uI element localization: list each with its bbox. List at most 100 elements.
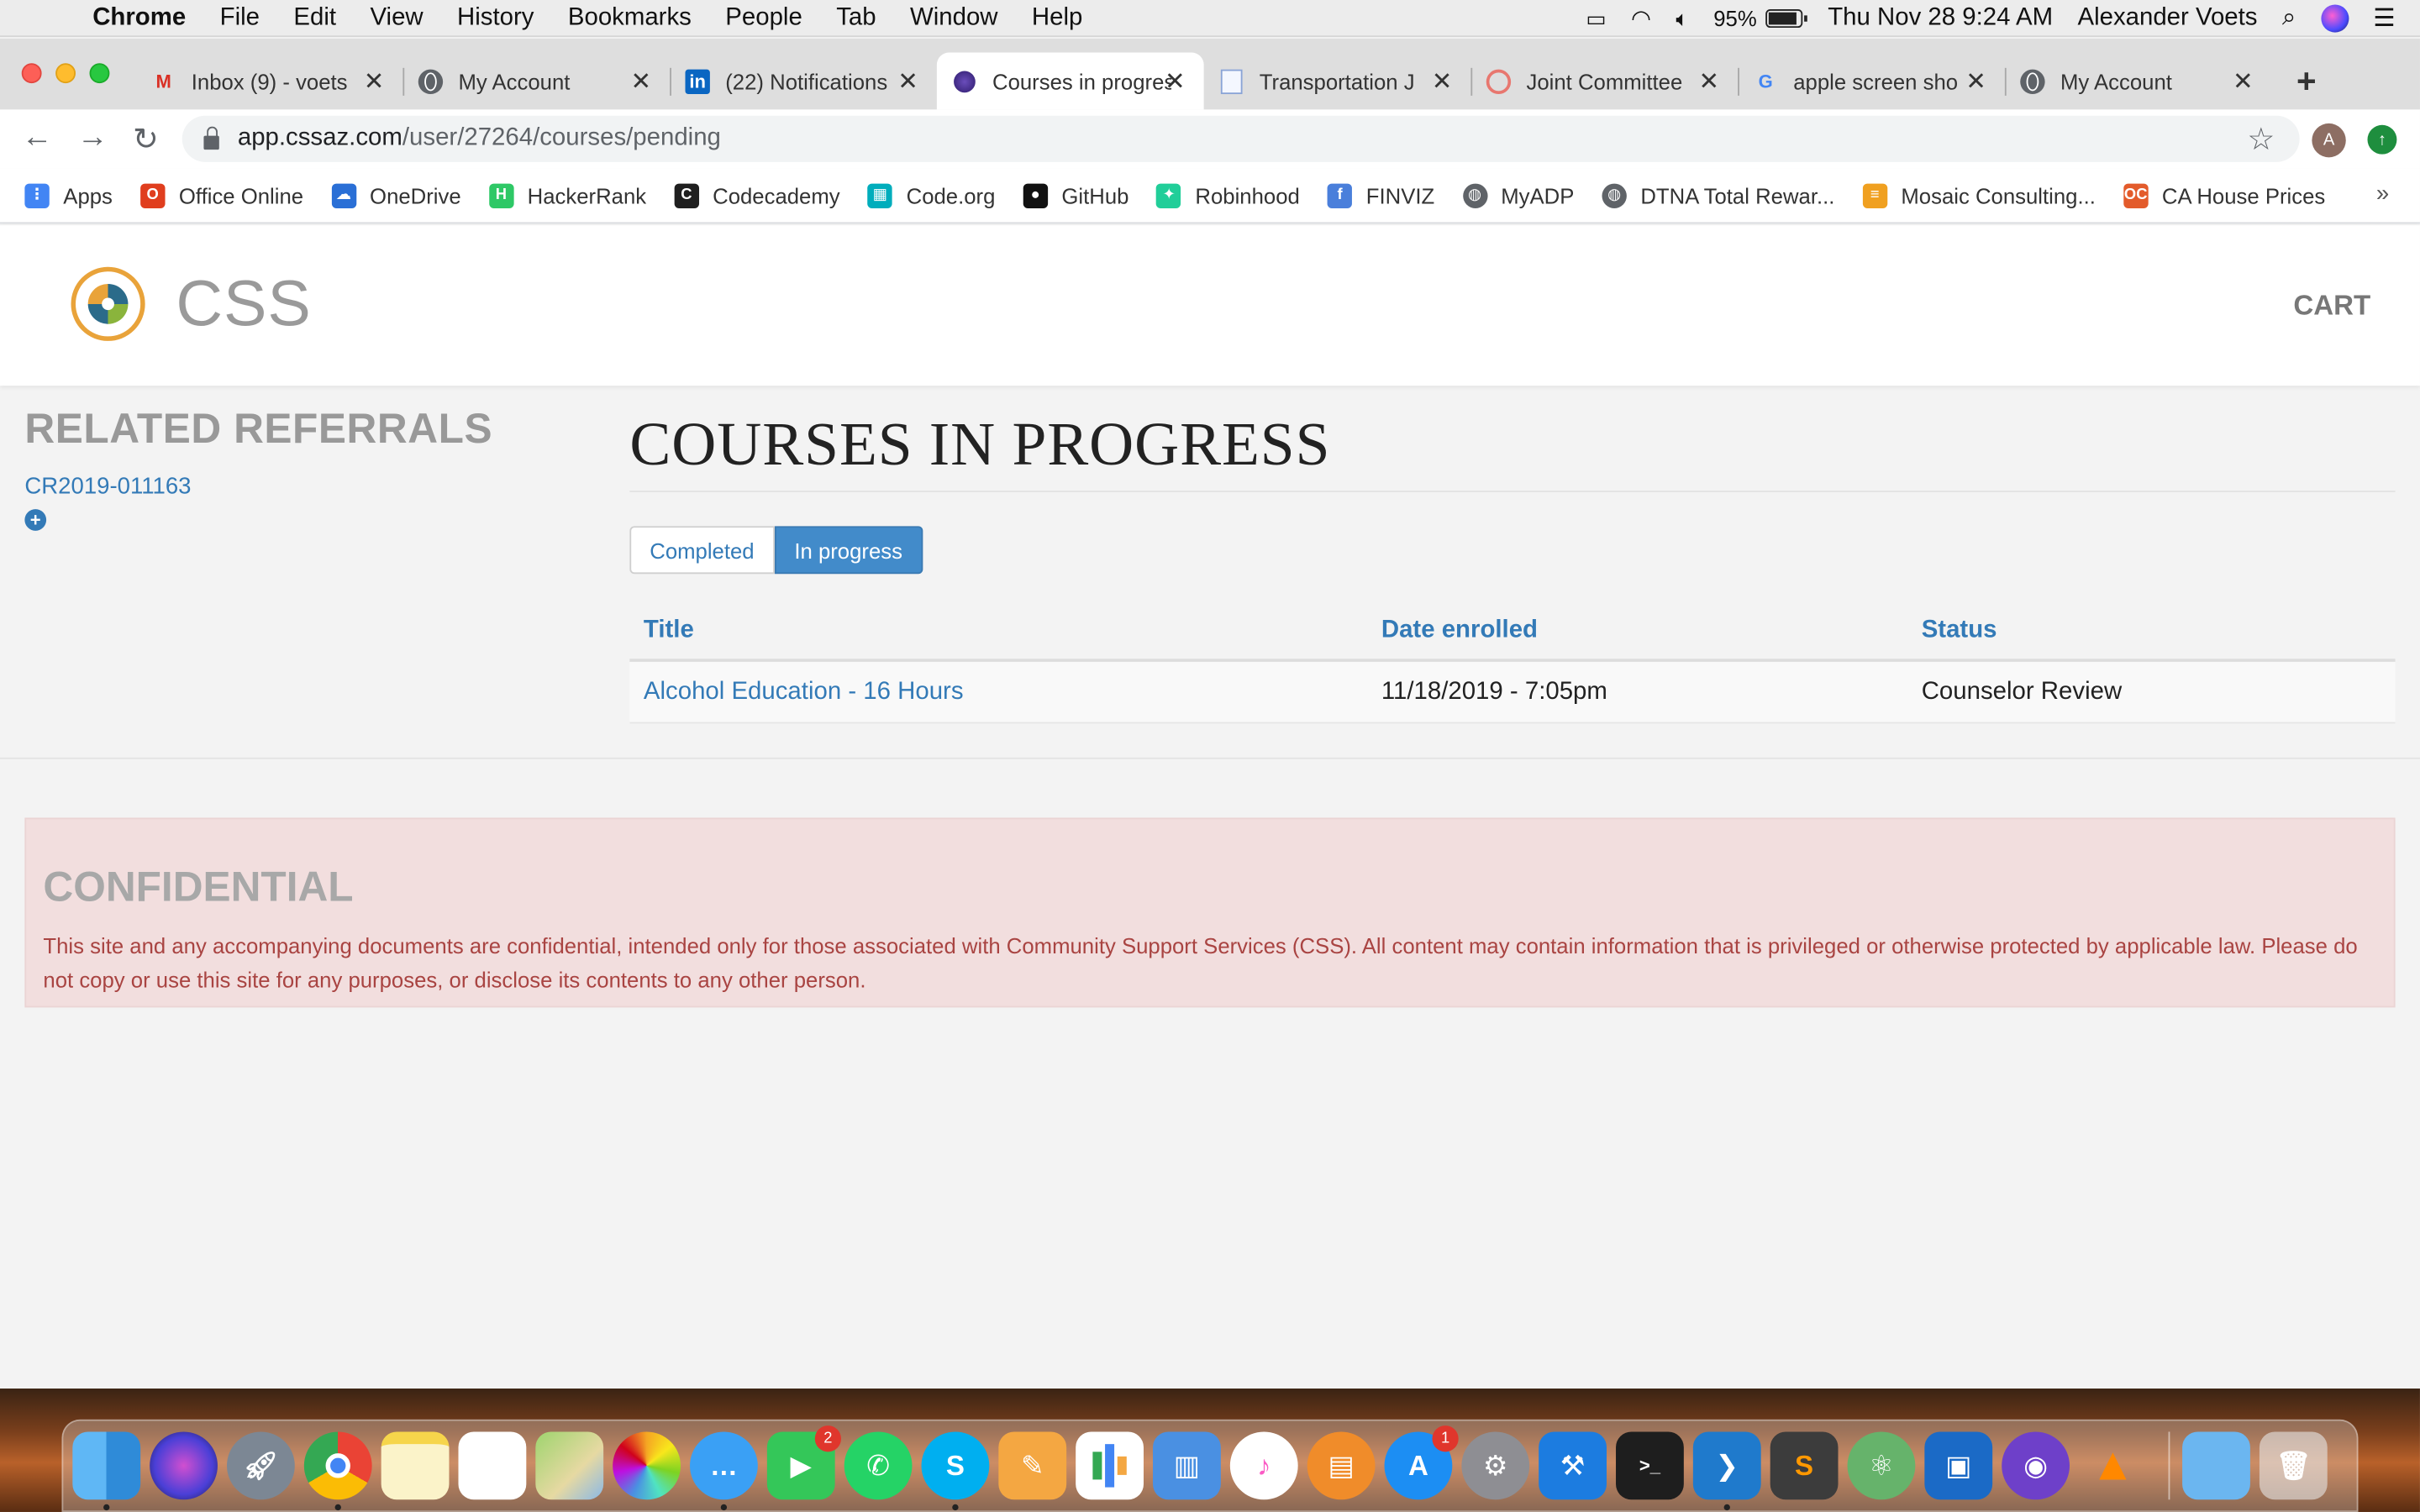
browser-tab[interactable]: G apple screen sho ✕ xyxy=(1738,52,2005,109)
fullscreen-window-button[interactable] xyxy=(89,63,110,84)
system-preferences-icon[interactable]: ⚙ xyxy=(1461,1431,1530,1500)
close-window-button[interactable] xyxy=(21,63,42,84)
bookmark-item[interactable]: OC CA House Prices xyxy=(2123,182,2325,208)
spotlight-search-icon[interactable]: ⌕ xyxy=(2282,5,2296,33)
app-menu-chrome[interactable]: Chrome xyxy=(92,4,186,32)
bookmark-item[interactable]: f FINVIZ xyxy=(1327,182,1434,208)
course-title-link[interactable]: Alcohol Education - 16 Hours xyxy=(629,678,1367,706)
skype-icon[interactable]: S xyxy=(921,1431,990,1511)
battery-icon[interactable] xyxy=(1765,9,1808,29)
app-store-icon[interactable]: A1 xyxy=(1384,1425,1459,1500)
bookmark-item[interactable]: ● GitHub xyxy=(1023,182,1128,208)
bookmark-item[interactable]: ▦ Code.org xyxy=(867,182,995,208)
reminders-icon[interactable] xyxy=(458,1431,527,1500)
column-header-title[interactable]: Title xyxy=(629,617,1367,644)
itunes-icon[interactable]: ♪ xyxy=(1229,1431,1298,1500)
launchpad-icon[interactable]: 🚀︎ xyxy=(226,1431,295,1500)
menu-bookmarks[interactable]: Bookmarks xyxy=(568,4,692,32)
wifi-icon[interactable]: ◠ xyxy=(1631,5,1651,32)
close-tab-icon[interactable]: ✕ xyxy=(1165,66,1186,97)
atom-icon[interactable]: ⚛ xyxy=(1847,1431,1916,1500)
menu-people[interactable]: People xyxy=(725,4,802,32)
address-bar[interactable]: app.cssaz.com/user/27264/courses/pending… xyxy=(182,115,2300,162)
close-tab-icon[interactable]: ✕ xyxy=(1698,66,1719,97)
browser-tab[interactable]: Transportation J ✕ xyxy=(1204,52,1471,109)
reload-icon[interactable]: ↻ xyxy=(133,120,159,159)
column-header-date-enrolled[interactable]: Date enrolled xyxy=(1367,617,1907,644)
close-tab-icon[interactable]: ✕ xyxy=(364,66,385,97)
back-arrow-icon[interactable]: ← xyxy=(22,120,53,155)
menu-edit[interactable]: Edit xyxy=(293,4,336,32)
bookmark-star-icon[interactable]: ☆ xyxy=(2247,120,2275,159)
bookmark-item[interactable]: ⋮ Apps xyxy=(24,182,113,208)
whatsapp-icon[interactable]: ✆ xyxy=(844,1431,913,1500)
chrome-icon[interactable] xyxy=(303,1431,372,1511)
browser-tab[interactable]: My Account ✕ xyxy=(2004,52,2272,109)
browser-tab[interactable]: M Inbox (9) - voets ✕ xyxy=(136,52,403,109)
menu-file[interactable]: File xyxy=(220,4,260,32)
site-name[interactable]: CSS xyxy=(176,267,311,341)
downloads-folder-icon[interactable] xyxy=(2182,1431,2250,1500)
airplay-icon[interactable]: ▭ xyxy=(1586,5,1606,31)
browser-tab[interactable]: My Account ✕ xyxy=(402,52,670,109)
close-tab-icon[interactable]: ✕ xyxy=(630,66,651,97)
notification-center-icon[interactable]: ☰ xyxy=(2373,3,2395,34)
keynote-icon[interactable]: ▥ xyxy=(1153,1431,1221,1500)
github-desktop-icon[interactable]: ◉ xyxy=(2002,1431,2070,1500)
new-tab-button[interactable]: + xyxy=(2296,61,2317,102)
menu-view[interactable]: View xyxy=(370,4,423,32)
virtualbox-icon[interactable]: ▣ xyxy=(1924,1431,1993,1500)
profile-avatar[interactable]: A xyxy=(2312,123,2346,158)
browser-tab-active[interactable]: Courses in progress ✕ xyxy=(936,52,1204,110)
notes-icon[interactable] xyxy=(381,1431,450,1500)
facetime-icon[interactable]: ▶︎ 2 xyxy=(766,1425,842,1500)
maps-icon[interactable] xyxy=(535,1431,604,1500)
menu-help[interactable]: Help xyxy=(1032,4,1082,32)
minimize-window-button[interactable] xyxy=(55,63,76,84)
lock-icon[interactable] xyxy=(203,125,219,150)
terminal-icon[interactable]: >_ xyxy=(1616,1431,1684,1500)
books-icon[interactable]: ▤ xyxy=(1307,1431,1376,1500)
bookmark-item[interactable]: ◍ DTNA Total Rewar... xyxy=(1602,182,1834,208)
bookmark-item[interactable]: ◍ MyADP xyxy=(1462,182,1574,208)
volume-icon[interactable]: 🔈︎ xyxy=(1676,5,1688,31)
pages-icon[interactable]: ✎ xyxy=(998,1431,1067,1500)
bookmark-item[interactable]: ≡ Mosaic Consulting... xyxy=(1862,182,2096,208)
messages-icon[interactable]: … xyxy=(690,1431,758,1511)
close-tab-icon[interactable]: ✕ xyxy=(2233,66,2254,97)
column-header-status[interactable]: Status xyxy=(1907,617,2395,644)
close-tab-icon[interactable]: ✕ xyxy=(1432,66,1453,97)
bookmark-item[interactable]: O Office Online xyxy=(139,182,303,208)
trash-icon[interactable]: 🗑︎ xyxy=(2259,1431,2328,1500)
browser-tab[interactable]: in (22) Notifications ✕ xyxy=(670,52,937,109)
bookmark-item[interactable]: ☁ OneDrive xyxy=(331,182,461,208)
cart-link[interactable]: CART xyxy=(2293,290,2370,323)
photos-icon[interactable] xyxy=(613,1431,681,1500)
vlc-icon[interactable]: ▲ xyxy=(2079,1431,2147,1499)
browser-tab[interactable]: Joint Committee ✕ xyxy=(1470,52,1738,109)
siri-dock-icon[interactable] xyxy=(150,1431,218,1500)
vscode-icon[interactable]: ❯ xyxy=(1692,1431,1761,1511)
menubar-clock[interactable]: Thu Nov 28 9:24 AM xyxy=(1828,5,2053,33)
numbers-icon[interactable] xyxy=(1076,1431,1144,1500)
bookmark-item[interactable]: C Codecademy xyxy=(674,182,840,208)
chrome-update-icon[interactable]: ↑ xyxy=(2367,124,2397,155)
sublime-text-icon[interactable]: S xyxy=(1770,1431,1839,1500)
siri-icon[interactable] xyxy=(2320,4,2349,33)
referral-link[interactable]: CR2019-011163 xyxy=(24,474,191,500)
tab-completed[interactable]: Completed xyxy=(629,526,775,575)
bookmarks-overflow-chevron-icon[interactable]: » xyxy=(2376,181,2389,207)
close-tab-icon[interactable]: ✕ xyxy=(1965,66,1986,97)
bookmark-item[interactable]: H HackerRank xyxy=(488,182,646,208)
menu-window[interactable]: Window xyxy=(910,4,998,32)
bookmark-item[interactable]: ✦ Robinhood xyxy=(1156,182,1300,208)
menu-tab[interactable]: Tab xyxy=(836,4,876,32)
menubar-user[interactable]: Alexander Voets xyxy=(2077,5,2257,33)
xcode-icon[interactable]: ⚒ xyxy=(1539,1431,1607,1500)
close-tab-icon[interactable]: ✕ xyxy=(897,66,918,97)
add-referral-plus-icon[interactable]: + xyxy=(24,509,47,531)
menu-history[interactable]: History xyxy=(457,4,534,32)
css-logo-icon[interactable] xyxy=(71,266,145,341)
tab-in-progress[interactable]: In progress xyxy=(774,526,923,575)
finder-icon[interactable] xyxy=(72,1431,141,1511)
